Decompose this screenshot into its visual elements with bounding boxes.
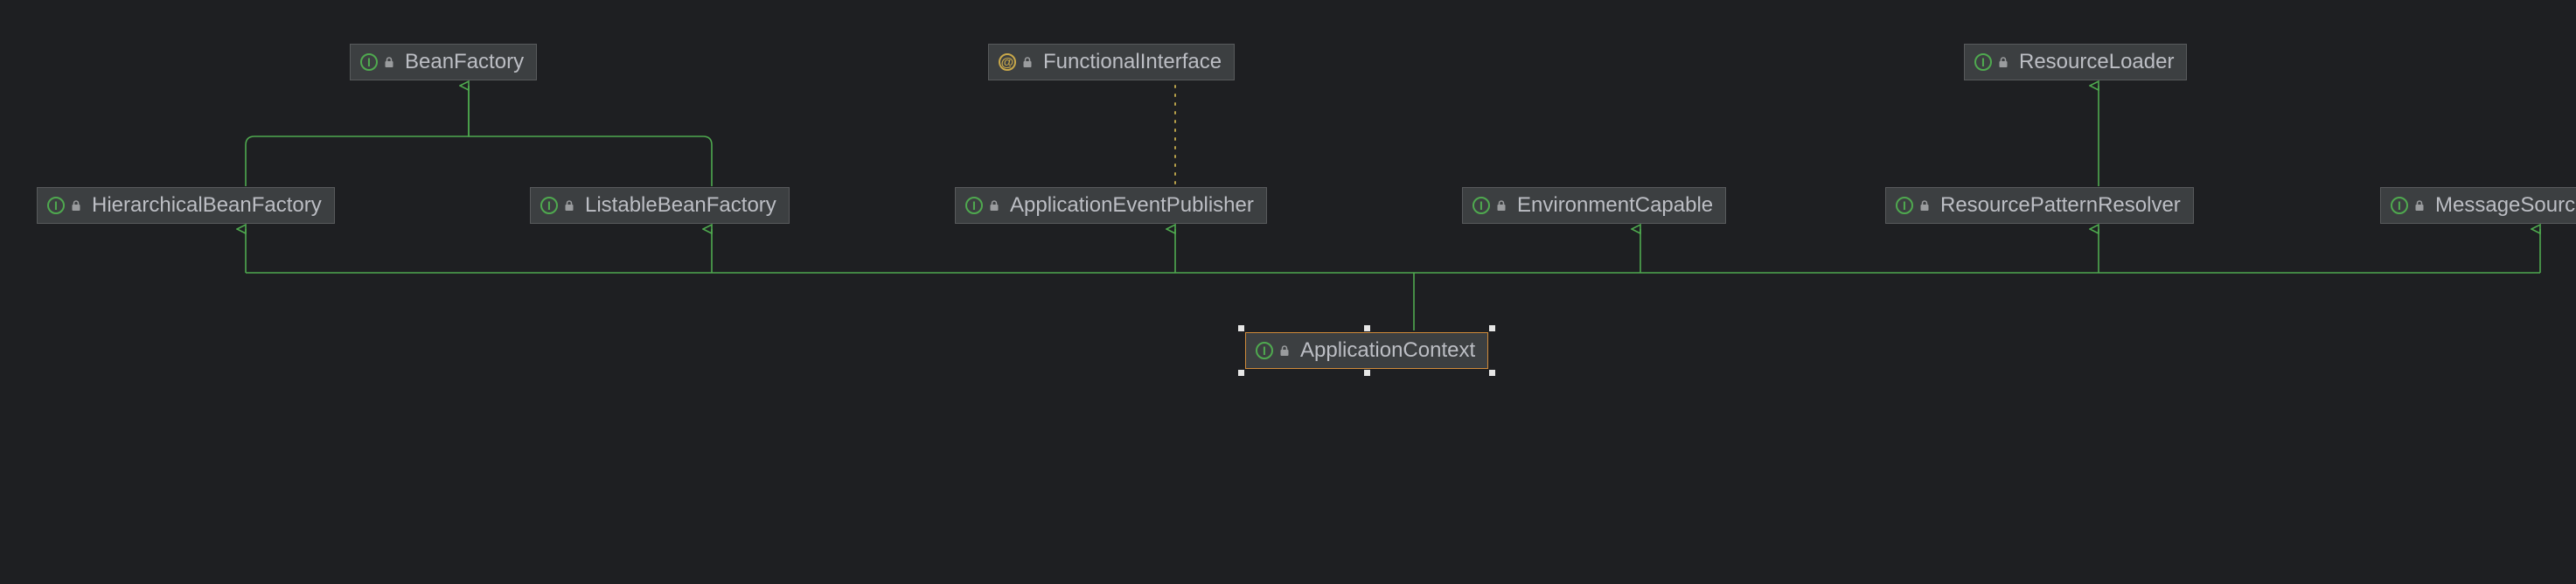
diagram-canvas[interactable]: I BeanFactory @ FunctionalInterface I Re… (0, 0, 2576, 584)
selection-handle[interactable] (1364, 370, 1370, 376)
node-hierarchical-bean-factory[interactable]: I HierarchicalBeanFactory (37, 187, 335, 224)
interface-icon: I (964, 196, 984, 215)
svg-text:I: I (1479, 198, 1483, 212)
node-label: FunctionalInterface (1043, 50, 1222, 74)
interface-icon: I (1895, 196, 1914, 215)
svg-text:I: I (1903, 198, 1906, 212)
locked-icon (562, 198, 576, 212)
selection-handle[interactable] (1238, 325, 1244, 331)
locked-icon (2412, 198, 2426, 212)
node-label: ResourceLoader (2019, 50, 2174, 74)
selection-handle[interactable] (1364, 325, 1370, 331)
locked-icon (987, 198, 1001, 212)
svg-text:I: I (54, 198, 58, 212)
selection-handle[interactable] (1489, 370, 1495, 376)
interface-icon: I (359, 52, 379, 72)
svg-text:I: I (547, 198, 551, 212)
svg-text:@: @ (1001, 55, 1014, 70)
node-listable-bean-factory[interactable]: I ListableBeanFactory (530, 187, 790, 224)
selection-handle[interactable] (1238, 370, 1244, 376)
svg-text:I: I (367, 55, 371, 69)
interface-icon: I (2390, 196, 2409, 215)
svg-text:I: I (972, 198, 976, 212)
node-functional-interface[interactable]: @ FunctionalInterface (988, 44, 1235, 80)
svg-text:I: I (1263, 344, 1266, 358)
node-resource-loader[interactable]: I ResourceLoader (1964, 44, 2187, 80)
edges-layer (0, 0, 2576, 584)
node-label: MessageSource (2435, 193, 2576, 218)
node-label: ResourcePatternResolver (1940, 193, 2181, 218)
node-bean-factory[interactable]: I BeanFactory (350, 44, 537, 80)
node-label: ListableBeanFactory (585, 193, 776, 218)
svg-text:I: I (1981, 55, 1985, 69)
locked-icon (1918, 198, 1932, 212)
locked-icon (382, 55, 396, 69)
locked-icon (1494, 198, 1508, 212)
node-label: BeanFactory (405, 50, 524, 74)
locked-icon (1996, 55, 2010, 69)
node-application-context[interactable]: I ApplicationContext (1245, 332, 1488, 369)
node-label: ApplicationEventPublisher (1010, 193, 1254, 218)
interface-icon: I (1974, 52, 1993, 72)
node-label: HierarchicalBeanFactory (92, 193, 322, 218)
node-application-event-publisher[interactable]: I ApplicationEventPublisher (955, 187, 1267, 224)
node-label: ApplicationContext (1300, 338, 1475, 363)
interface-icon: I (540, 196, 559, 215)
node-label: EnvironmentCapable (1517, 193, 1713, 218)
interface-icon: I (1472, 196, 1491, 215)
selection-handle[interactable] (1489, 325, 1495, 331)
interface-icon: I (46, 196, 66, 215)
node-message-source[interactable]: I MessageSource (2380, 187, 2576, 224)
node-resource-pattern-resolver[interactable]: I ResourcePatternResolver (1885, 187, 2194, 224)
locked-icon (69, 198, 83, 212)
interface-icon: I (1255, 341, 1274, 360)
locked-icon (1020, 55, 1034, 69)
locked-icon (1278, 344, 1291, 358)
svg-text:I: I (2398, 198, 2401, 212)
annotation-icon: @ (998, 52, 1017, 72)
node-environment-capable[interactable]: I EnvironmentCapable (1462, 187, 1726, 224)
